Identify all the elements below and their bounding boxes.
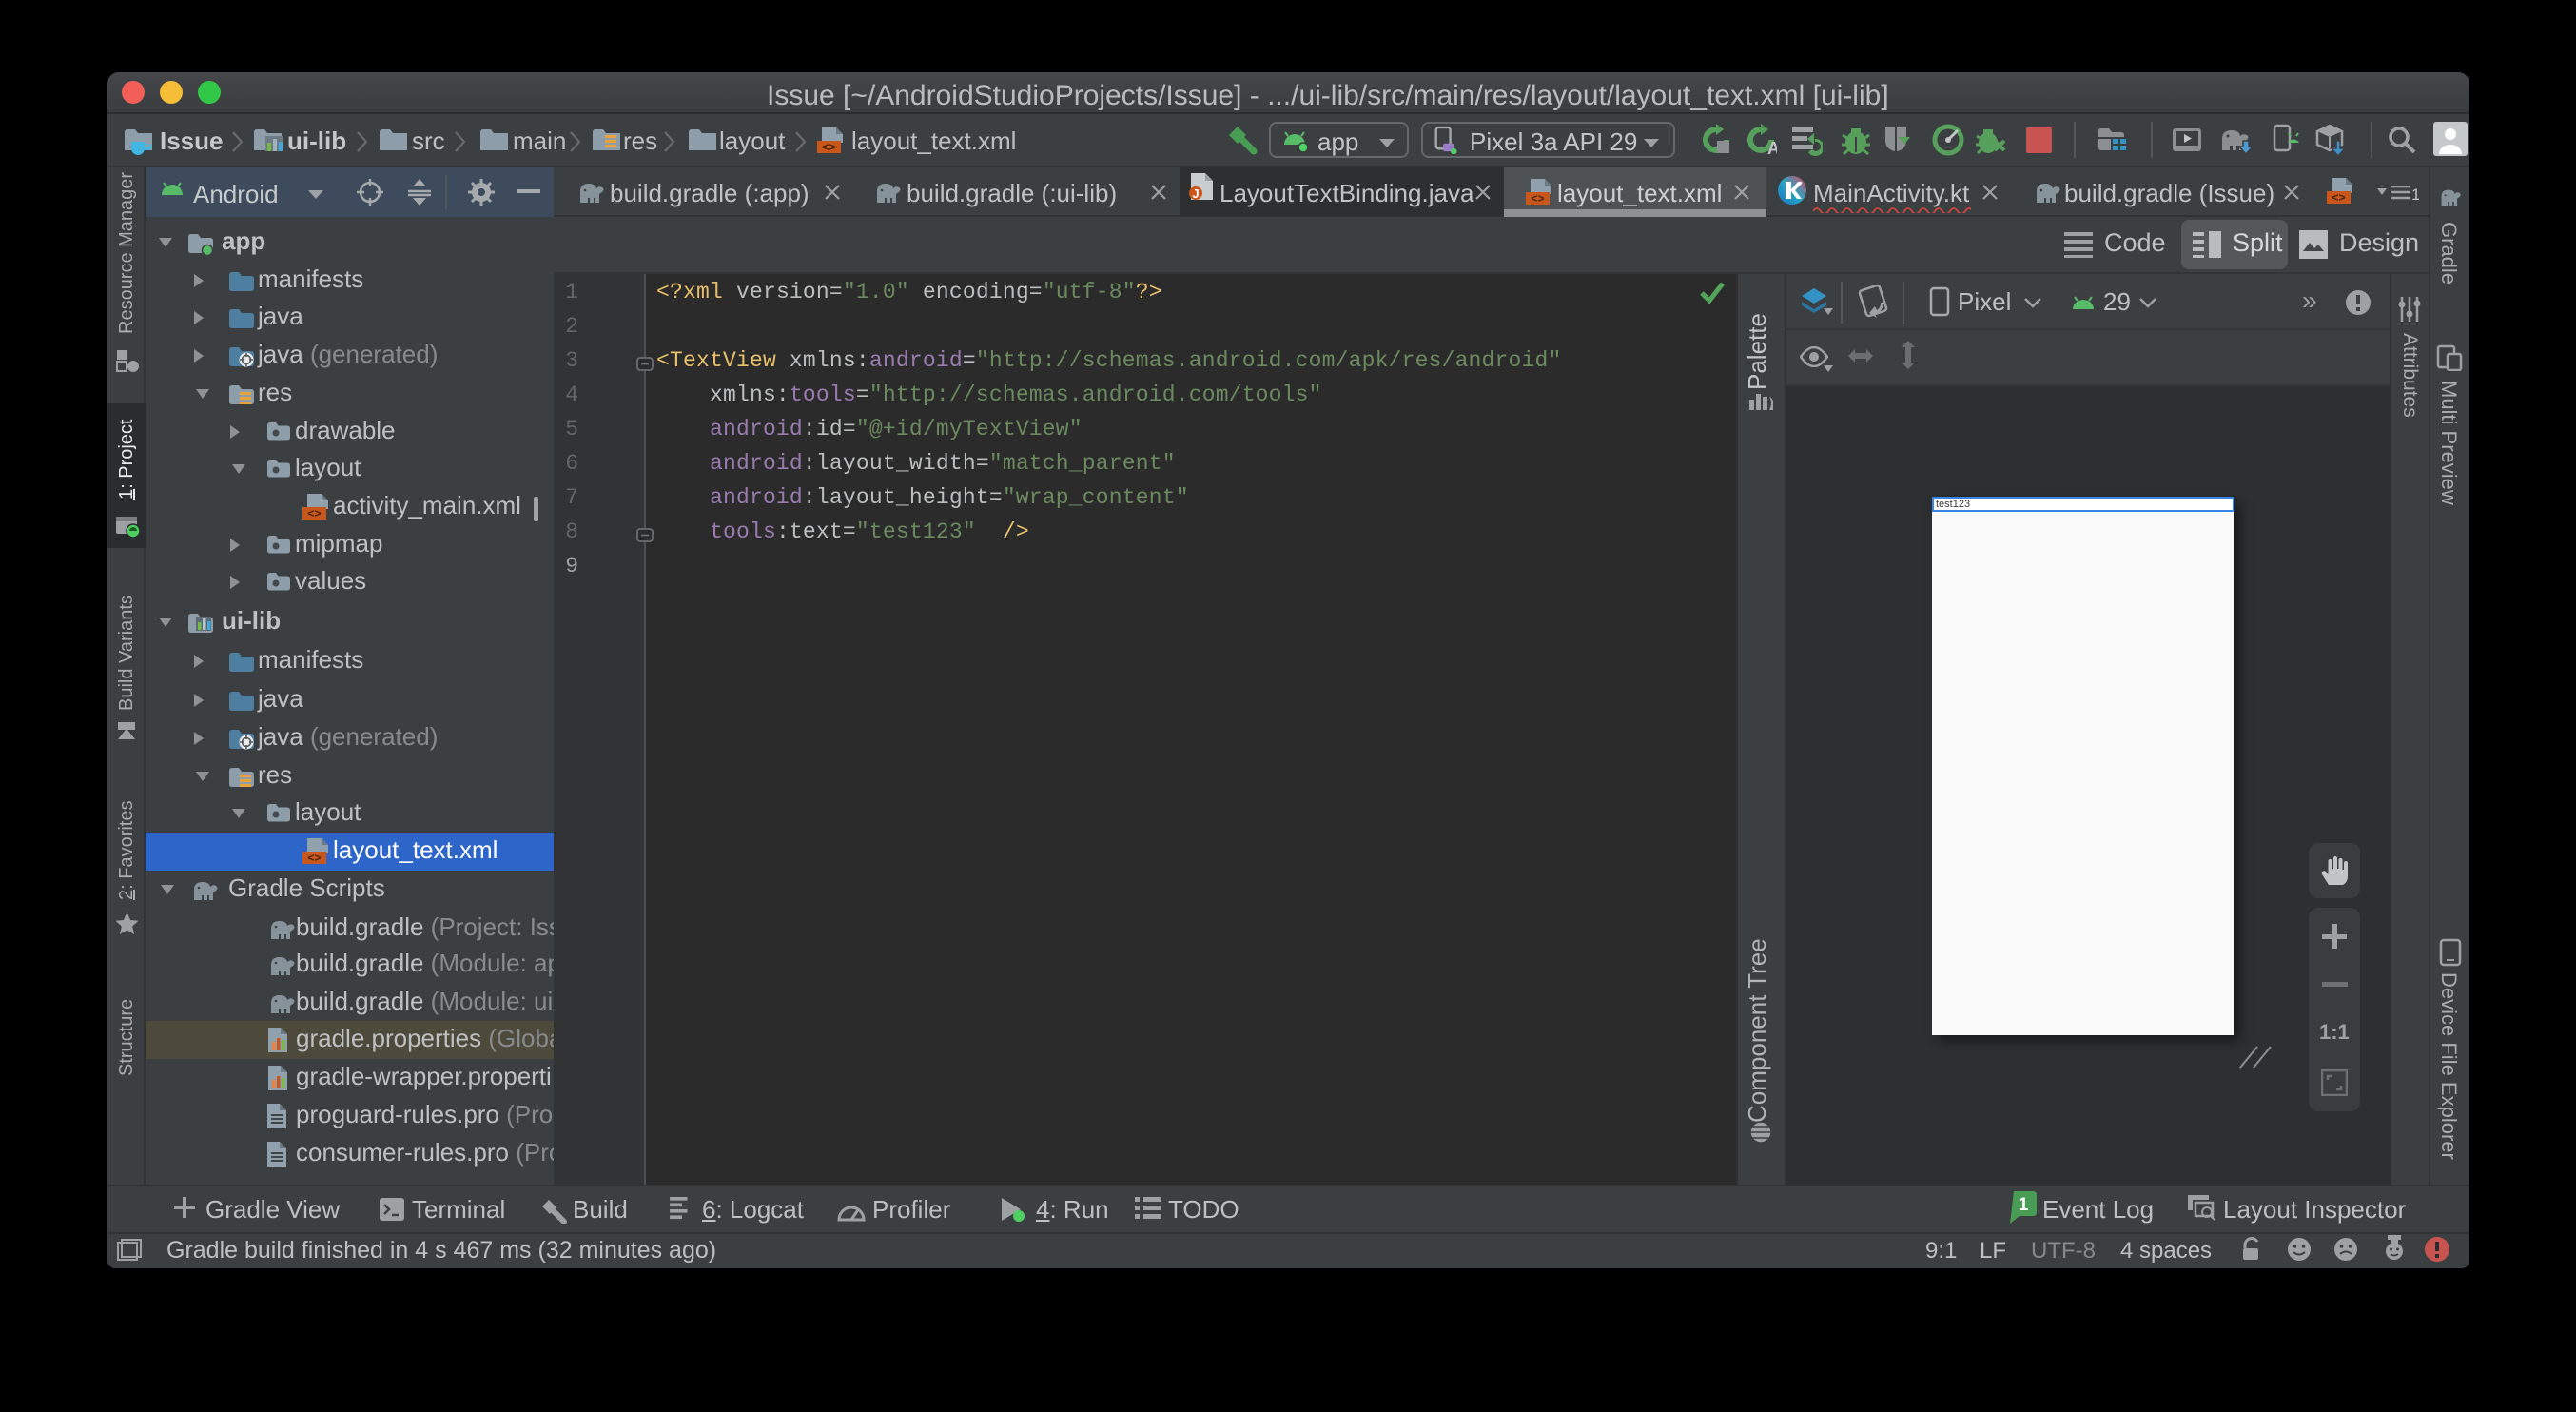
svg-text:1: 1: [2019, 1195, 2029, 1215]
svg-text:J: J: [1192, 186, 1199, 201]
svg-text:<>: <>: [307, 508, 321, 521]
svg-text:<>: <>: [2332, 192, 2345, 206]
svg-text:<>: <>: [1531, 193, 1544, 206]
svg-text:<>: <>: [822, 142, 835, 155]
svg-text:A: A: [1767, 139, 1777, 156]
svg-text:1: 1: [2411, 186, 2419, 201]
svg-text:<>: <>: [307, 853, 321, 866]
